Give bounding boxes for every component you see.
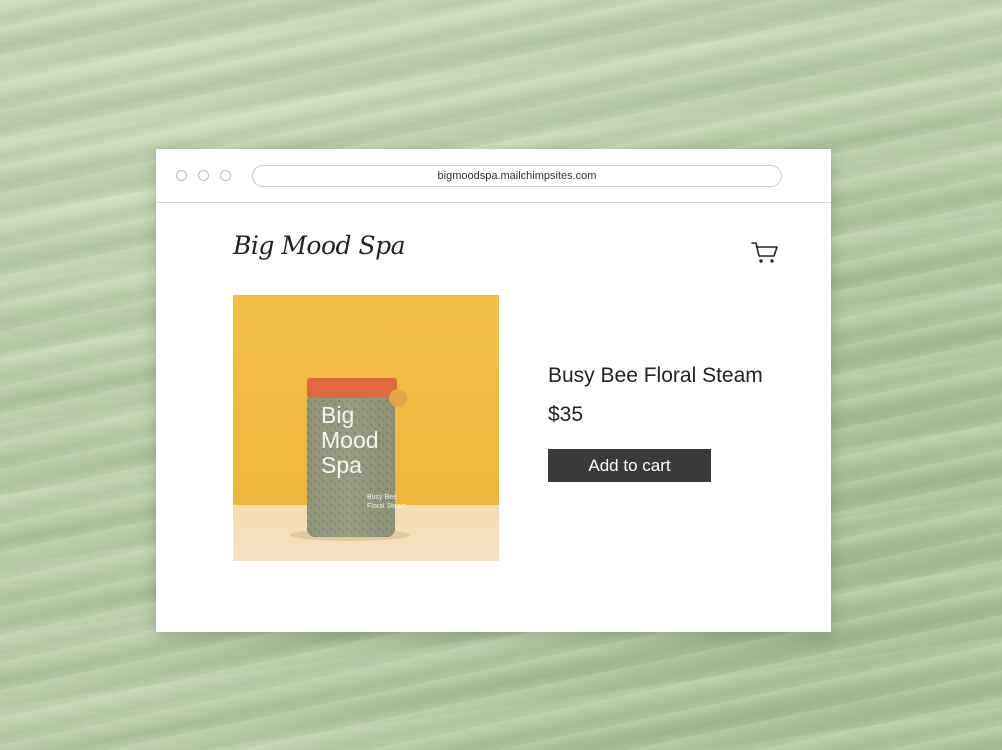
browser-window: bigmoodspa.mailchimpsites.com Big Mood S… (156, 149, 831, 632)
window-close-dot[interactable] (176, 170, 187, 181)
browser-toolbar: bigmoodspa.mailchimpsites.com (156, 149, 831, 203)
jar-label-line-3: Spa (321, 452, 362, 478)
address-bar[interactable]: bigmoodspa.mailchimpsites.com (252, 165, 782, 187)
cart-icon[interactable] (751, 241, 779, 265)
add-to-cart-button[interactable]: Add to cart (548, 449, 711, 482)
window-maximize-dot[interactable] (220, 170, 231, 181)
product-price: $35 (548, 403, 584, 426)
jar-sublabel-line-2: Floral Steam (367, 503, 407, 510)
window-minimize-dot[interactable] (198, 170, 209, 181)
jar-label-line-1: Big (321, 402, 354, 428)
product-image[interactable]: Big Mood Spa Busy Bee Floral Steam (233, 295, 499, 561)
site-logo[interactable]: Big Mood Spa (233, 231, 406, 260)
jar-sublabel-line-1: Busy Bee (367, 494, 397, 501)
jar-label-line-2: Mood (321, 427, 379, 453)
product-title: Busy Bee Floral Steam (548, 364, 763, 387)
